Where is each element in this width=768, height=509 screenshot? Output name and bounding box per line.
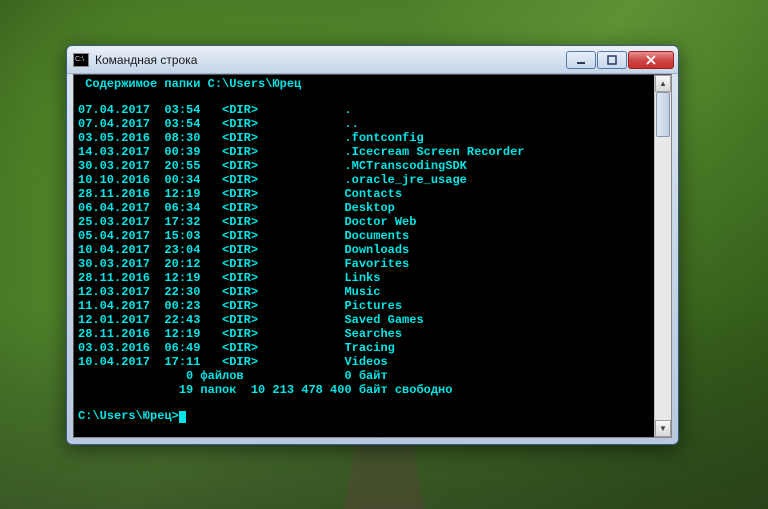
maximize-button[interactable] xyxy=(597,51,627,69)
cursor xyxy=(179,411,186,423)
scroll-down-button[interactable]: ▼ xyxy=(655,420,671,437)
minimize-icon xyxy=(576,55,586,65)
dir-entry: 14.03.2017 00:39 <DIR> .Icecream Screen … xyxy=(78,145,650,159)
close-button[interactable] xyxy=(628,51,674,69)
summary-files: 0 файлов 0 байт xyxy=(78,369,650,383)
dir-entry: 30.03.2017 20:55 <DIR> .MCTranscodingSDK xyxy=(78,159,650,173)
prompt[interactable]: C:\Users\Юрец> xyxy=(78,409,650,423)
dir-entry: 05.04.2017 15:03 <DIR> Documents xyxy=(78,229,650,243)
cmd-window: C:\ Командная строка Содержимое папки C:… xyxy=(66,45,679,445)
dir-entry: 10.10.2016 00:34 <DIR> .oracle_jre_usage xyxy=(78,173,650,187)
dir-entry: 03.03.2016 06:49 <DIR> Tracing xyxy=(78,341,650,355)
dir-entry: 07.04.2017 03:54 <DIR> . xyxy=(78,103,650,117)
dir-entry: 06.04.2017 06:34 <DIR> Desktop xyxy=(78,201,650,215)
dir-entry: 25.03.2017 17:32 <DIR> Doctor Web xyxy=(78,215,650,229)
scroll-track[interactable] xyxy=(655,92,671,420)
cmd-icon: C:\ xyxy=(73,53,89,67)
dir-entry: 10.04.2017 23:04 <DIR> Downloads xyxy=(78,243,650,257)
dir-entry: 12.01.2017 22:43 <DIR> Saved Games xyxy=(78,313,650,327)
dir-entry: 30.03.2017 20:12 <DIR> Favorites xyxy=(78,257,650,271)
dir-header: Содержимое папки C:\Users\Юрец xyxy=(78,77,650,91)
maximize-icon xyxy=(607,55,617,65)
summary-dirs: 19 папок 10 213 478 400 байт свободно xyxy=(78,383,650,397)
dir-entry: 07.04.2017 03:54 <DIR> .. xyxy=(78,117,650,131)
minimize-button[interactable] xyxy=(566,51,596,69)
dir-entry: 11.04.2017 00:23 <DIR> Pictures xyxy=(78,299,650,313)
console-container: Содержимое папки C:\Users\Юрец 07.04.2017… xyxy=(73,74,672,438)
scroll-thumb[interactable] xyxy=(656,92,670,137)
window-title: Командная строка xyxy=(95,53,566,67)
dir-entry: 03.05.2016 08:30 <DIR> .fontconfig xyxy=(78,131,650,145)
dir-entry: 10.04.2017 17:11 <DIR> Videos xyxy=(78,355,650,369)
scroll-up-button[interactable]: ▲ xyxy=(655,75,671,92)
titlebar[interactable]: C:\ Командная строка xyxy=(67,46,678,74)
close-icon xyxy=(645,55,657,65)
dir-entry: 28.11.2016 12:19 <DIR> Contacts xyxy=(78,187,650,201)
dir-entry: 28.11.2016 12:19 <DIR> Searches xyxy=(78,327,650,341)
dir-entry: 28.11.2016 12:19 <DIR> Links xyxy=(78,271,650,285)
dir-entry: 12.03.2017 22:30 <DIR> Music xyxy=(78,285,650,299)
console-output[interactable]: Содержимое папки C:\Users\Юрец 07.04.2017… xyxy=(74,75,654,437)
vertical-scrollbar[interactable]: ▲ ▼ xyxy=(654,75,671,437)
window-controls xyxy=(566,51,674,69)
